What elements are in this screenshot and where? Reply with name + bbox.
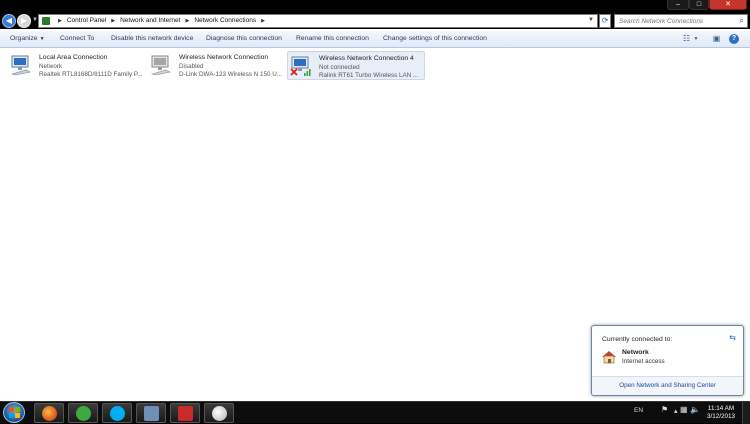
address-history-dropdown[interactable]: ▼ [588, 17, 594, 23]
connection-device: Realtek RTL8168D/8111D Family P... [39, 71, 143, 78]
network-house-icon [602, 351, 616, 364]
diagnose-connection-button[interactable]: Diagnose this connection [206, 35, 282, 42]
connection-status: Network [39, 63, 63, 70]
connection-status: Disabled [179, 63, 204, 70]
search-box: ⌕ [614, 14, 748, 28]
search-icon[interactable]: ⌕ [740, 16, 744, 26]
list-item[interactable]: Local Area Connection Network Realtek RT… [8, 51, 144, 80]
wireless-network-not-connected-icon [290, 56, 311, 76]
change-settings-button[interactable]: Change settings of this connection [383, 35, 487, 42]
close-icon: ✕ [725, 1, 731, 8]
address-bar[interactable]: ▶ Control Panel ▶ Network and Internet ▶… [38, 14, 598, 28]
network-access: Internet access [622, 358, 665, 365]
title-bar: – □ ✕ [0, 0, 750, 13]
popup-title: Currently connected to: [602, 336, 673, 343]
chevron-right-icon[interactable]: ▶ [185, 18, 189, 24]
popup-footer: Open Network and Sharing Center [592, 376, 743, 395]
connection-name: Wireless Network Connection [179, 54, 269, 61]
view-dropdown-icon[interactable]: ▼ [693, 34, 699, 44]
start-button[interactable] [3, 402, 25, 423]
taskbar-paint[interactable] [204, 403, 234, 423]
connection-device: Ralink RT61 Turbo Wireless LAN ... [319, 72, 419, 79]
forward-arrow-icon: ▶ [20, 16, 28, 25]
preview-pane-icon[interactable]: ▣ [711, 34, 722, 44]
taskbar: EN ⚑ ▴ ▦ 🔈 11:14 AM 3/12/2013 [0, 401, 750, 424]
close-button[interactable]: ✕ [709, 0, 747, 10]
system-clock[interactable]: 11:14 AM 3/12/2013 [703, 405, 739, 421]
refresh-connections-icon[interactable]: ⇆ [729, 333, 736, 342]
clock-time: 11:14 AM [707, 405, 735, 412]
firefox-icon [42, 406, 57, 421]
network-manager-icon [178, 406, 193, 421]
remote-desktop-icon [144, 406, 159, 421]
windows-logo-icon [9, 407, 20, 418]
organize-label: Organize [10, 35, 38, 42]
breadcrumb-network-connections[interactable]: Network Connections [194, 17, 256, 24]
breadcrumb-control-panel[interactable]: Control Panel [67, 17, 106, 24]
volume-icon[interactable]: 🔈 [690, 405, 700, 414]
network-tray-icon[interactable]: ▦ [680, 405, 688, 414]
language-indicator[interactable]: EN [634, 407, 643, 414]
show-desktop-button[interactable] [742, 402, 750, 424]
paint-icon [212, 406, 227, 421]
minimize-icon: – [676, 1, 680, 8]
list-item[interactable]: Wireless Network Connection 4 Not connec… [287, 51, 425, 80]
refresh-button[interactable]: ⟳ [599, 14, 611, 28]
taskbar-firefox[interactable] [34, 403, 64, 423]
breadcrumb-network-and-internet[interactable]: Network and Internet [120, 17, 180, 24]
search-input[interactable] [615, 15, 733, 27]
network-name: Network [622, 349, 649, 356]
skype-icon [110, 406, 125, 421]
chevron-right-icon[interactable]: ▶ [111, 18, 115, 24]
connection-device: D-Link DWA-123 Wireless N 150 U... [179, 71, 282, 78]
network-status-popup: Currently connected to: ⇆ Network Intern… [591, 325, 744, 396]
connection-status: Not connected [319, 64, 360, 71]
back-button[interactable]: ◀ [2, 14, 16, 28]
list-item[interactable]: Wireless Network Connection Disabled D-L… [148, 51, 284, 80]
action-center-flag-icon[interactable]: ⚑ [661, 405, 668, 414]
maximize-button[interactable]: □ [689, 0, 709, 10]
control-panel-icon [42, 17, 50, 25]
refresh-icon: ⟳ [601, 16, 609, 25]
back-arrow-icon: ◀ [5, 16, 13, 25]
breadcrumb: ▶ Control Panel ▶ Network and Internet ▶… [53, 17, 270, 24]
help-icon[interactable]: ? [729, 34, 739, 44]
wireless-network-disabled-icon [150, 55, 171, 76]
forward-button[interactable]: ▶ [17, 14, 31, 28]
open-network-sharing-center-link[interactable]: Open Network and Sharing Center [592, 382, 743, 389]
maximize-icon: □ [696, 1, 702, 8]
clock-date: 3/12/2013 [706, 413, 735, 420]
taskbar-network-manager[interactable] [170, 403, 200, 423]
chevron-down-icon: ▼ [39, 36, 45, 42]
taskbar-remote-desktop[interactable] [136, 403, 166, 423]
disable-device-button[interactable]: Disable this network device [111, 35, 193, 42]
minimize-button[interactable]: – [667, 0, 689, 10]
wired-network-icon [10, 55, 31, 76]
utorrent-icon [76, 406, 91, 421]
organize-button[interactable]: Organize ▼ [10, 35, 45, 42]
connection-name: Wireless Network Connection 4 [319, 55, 414, 62]
chevron-right-icon[interactable]: ▶ [261, 18, 265, 24]
change-view-icon[interactable]: ☷ [681, 34, 692, 44]
rename-connection-button[interactable]: Rename this connection [296, 35, 369, 42]
connect-to-button[interactable]: Connect To [60, 35, 94, 42]
taskbar-utorrent[interactable] [68, 403, 98, 423]
connection-name: Local Area Connection [39, 54, 108, 61]
address-row: ◀ ▶ ▼ ▶ Control Panel ▶ Network and Inte… [0, 13, 750, 29]
taskbar-skype[interactable] [102, 403, 132, 423]
command-bar: Organize ▼ Connect To Disable this networ… [0, 31, 750, 48]
show-hidden-icons-icon[interactable]: ▴ [674, 407, 678, 415]
chevron-right-icon[interactable]: ▶ [58, 18, 62, 24]
